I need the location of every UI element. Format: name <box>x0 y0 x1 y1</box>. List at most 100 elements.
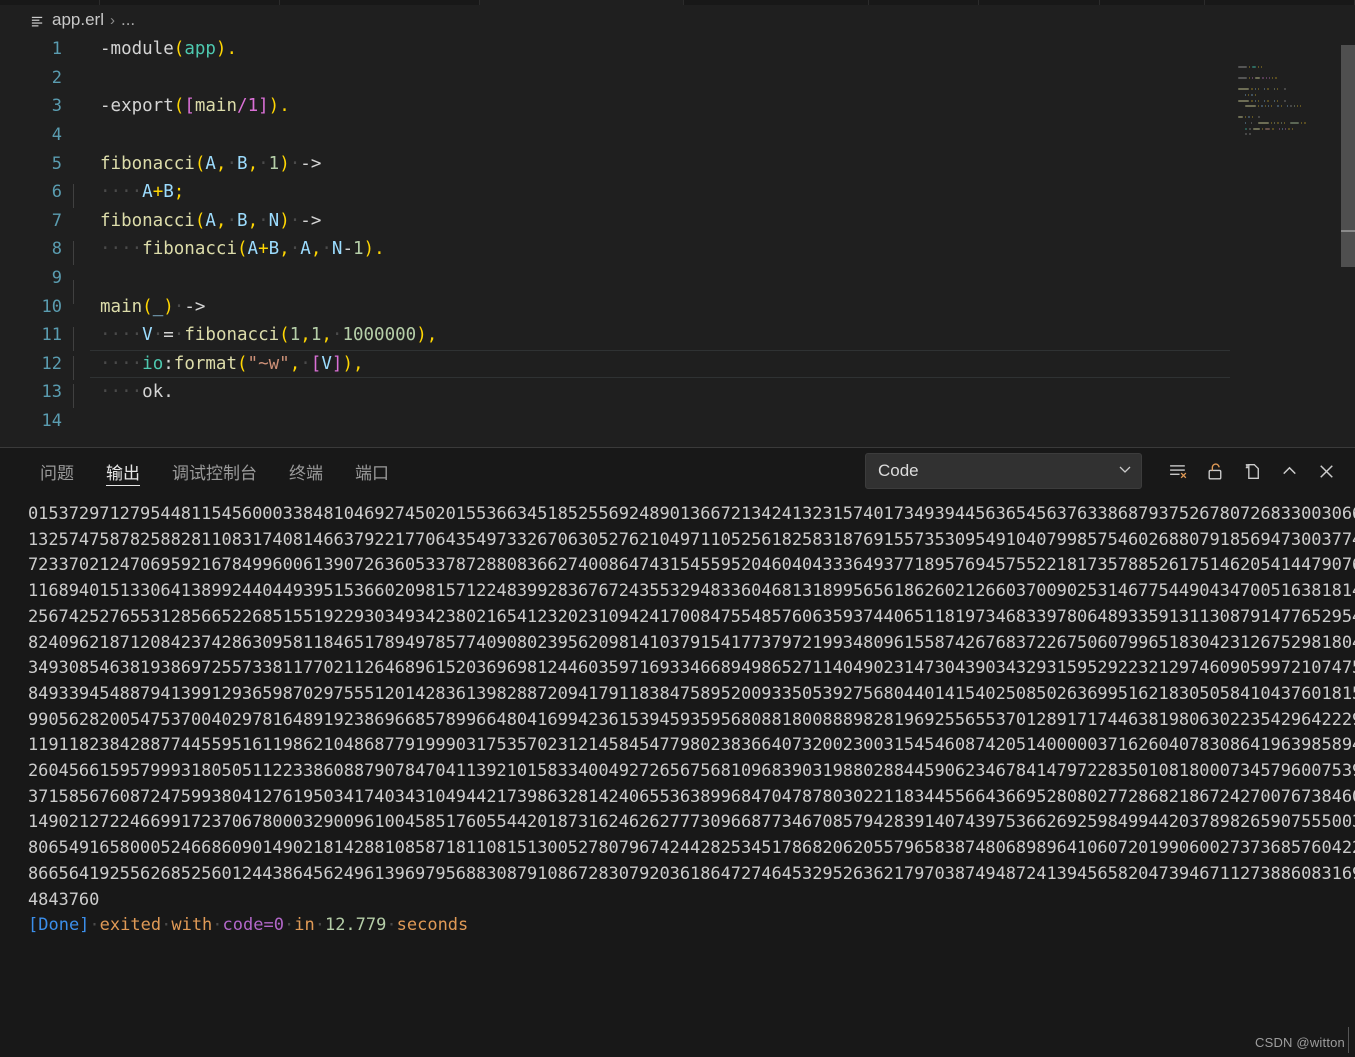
code-token: . <box>374 239 385 259</box>
code-line[interactable]: 2 <box>0 64 1230 93</box>
code-lines[interactable]: 1-module(app).23-export([main/1]).45fibo… <box>0 35 1230 447</box>
line-number: 10 <box>0 297 62 317</box>
minimap-token <box>1272 77 1273 79</box>
code-line[interactable]: 7fibonacci(A,·B,·N)·-> <box>0 207 1230 236</box>
output-line: 8065491658000524668609014902181428810858… <box>28 836 1355 862</box>
line-content: ····A+B; <box>62 182 184 202</box>
code-token: , <box>248 154 259 174</box>
panel-tab-1[interactable]: 输出 <box>90 448 156 494</box>
code-line[interactable]: 6····A+B; <box>0 178 1230 207</box>
output-channel-select[interactable]: Code <box>865 453 1142 489</box>
scrollbar-thumb[interactable] <box>1341 45 1355 267</box>
minimap-line <box>1238 132 1318 136</box>
code-token: , <box>216 154 227 174</box>
code-line[interactable]: 13····ok. <box>0 378 1230 407</box>
output-line: 1490212722466991723706780003290096100458… <box>28 810 1355 836</box>
clear-output-icon[interactable] <box>1163 456 1193 486</box>
code-editor[interactable]: 1-module(app).23-export([main/1]).45fibo… <box>0 35 1355 447</box>
code-token: ( <box>142 297 153 317</box>
line-content: ····io:format("~w",·[V]), <box>62 354 364 374</box>
code-line[interactable]: 11····V·=·fibonacci(1,1,·1000000), <box>0 321 1230 350</box>
minimap-token <box>1245 94 1246 96</box>
code-token: -module <box>100 39 174 59</box>
code-line[interactable]: 1-module(app). <box>0 35 1230 64</box>
minimap-token <box>1252 77 1253 79</box>
panel-tab-2[interactable]: 调试控制台 <box>156 448 273 494</box>
panel-tab-0[interactable]: 问题 <box>24 448 90 494</box>
breadcrumb-more[interactable]: ... <box>121 10 135 30</box>
unlock-scroll-icon[interactable] <box>1200 456 1230 486</box>
minimap-token <box>1285 128 1286 130</box>
code-line[interactable]: 9 <box>0 264 1230 293</box>
minimap-token <box>1284 100 1287 102</box>
code-token: N <box>269 211 280 231</box>
code-token: · <box>321 239 332 259</box>
code-token: - <box>342 239 353 259</box>
close-icon[interactable] <box>1311 456 1341 486</box>
minimap-token <box>1279 128 1280 130</box>
code-line[interactable]: 4 <box>0 121 1230 150</box>
output-status-token: exited <box>100 915 161 935</box>
minimap-token <box>1265 128 1270 130</box>
code-line[interactable]: 14 <box>0 407 1230 436</box>
code-token: , <box>290 354 301 374</box>
minimap-token <box>1251 88 1252 90</box>
code-token: , <box>321 325 332 345</box>
output-line: 1325747587825882811083174081466379221770… <box>28 528 1355 554</box>
code-token: , <box>311 239 322 259</box>
panel-tab-3[interactable]: 终端 <box>273 448 339 494</box>
minimap-token <box>1262 128 1263 130</box>
minimap-token <box>1267 88 1268 90</box>
chevron-up-icon[interactable] <box>1274 456 1304 486</box>
minimap-token <box>1252 66 1256 68</box>
minimap-line <box>1238 71 1318 75</box>
minimap-line <box>1238 93 1318 97</box>
breadcrumb-separator: › <box>110 12 115 29</box>
code-token: , <box>300 325 311 345</box>
code-token: 1 <box>248 96 259 116</box>
code-token: 1000000 <box>342 325 416 345</box>
code-line[interactable]: 10main(_)·-> <box>0 292 1230 321</box>
line-content: -export([main/1]). <box>62 96 290 116</box>
minimap-token <box>1281 122 1282 124</box>
code-line[interactable]: 12····io:format("~w",·[V]), <box>0 350 1230 379</box>
minimap-token <box>1301 122 1302 124</box>
code-token: ···· <box>100 325 142 345</box>
line-number: 12 <box>0 354 62 374</box>
panel-tab-4[interactable]: 端口 <box>339 448 405 494</box>
code-line[interactable]: 3-export([main/1]). <box>0 92 1230 121</box>
breadcrumb-file[interactable]: app.erl <box>52 10 104 30</box>
minimap-token <box>1261 66 1262 68</box>
code-line[interactable]: 8····fibonacci(A+B,·A,·N-1). <box>0 235 1230 264</box>
code-token: ) <box>342 354 353 374</box>
output-content[interactable]: 0153729712795448115456000338481046927450… <box>0 494 1355 1057</box>
code-token: + <box>153 182 164 202</box>
output-space: · <box>284 915 294 935</box>
code-token: · <box>300 354 311 374</box>
code-token: ) <box>364 239 375 259</box>
minimap-token <box>1292 128 1293 130</box>
code-token: ) <box>416 325 427 345</box>
output-space: · <box>161 915 171 935</box>
minimap-token <box>1271 105 1272 107</box>
minimap-token <box>1248 116 1249 118</box>
minimap-line <box>1238 76 1318 80</box>
minimap-token <box>1264 100 1265 102</box>
code-line[interactable]: 5fibonacci(A,·B,·1)·-> <box>0 149 1230 178</box>
minimap-token <box>1262 77 1263 79</box>
minimap-token <box>1281 105 1282 107</box>
minimap[interactable] <box>1230 35 1325 447</box>
editor-vertical-scrollbar[interactable] <box>1341 35 1355 447</box>
minimap-line <box>1238 138 1318 142</box>
output-line: 8493394548879413991293659870297555120142… <box>28 682 1355 708</box>
code-token: · <box>290 239 301 259</box>
open-in-editor-icon[interactable] <box>1237 456 1267 486</box>
minimap-token <box>1255 88 1256 90</box>
output-line: 2567425276553128566522685155192293034934… <box>28 605 1355 631</box>
code-token: / <box>237 96 248 116</box>
minimap-token <box>1277 88 1278 90</box>
line-content: ····V·=·fibonacci(1,1,·1000000), <box>62 325 437 345</box>
minimap-line <box>1238 82 1318 86</box>
minimap-token <box>1269 77 1270 79</box>
minimap-token <box>1245 128 1248 130</box>
